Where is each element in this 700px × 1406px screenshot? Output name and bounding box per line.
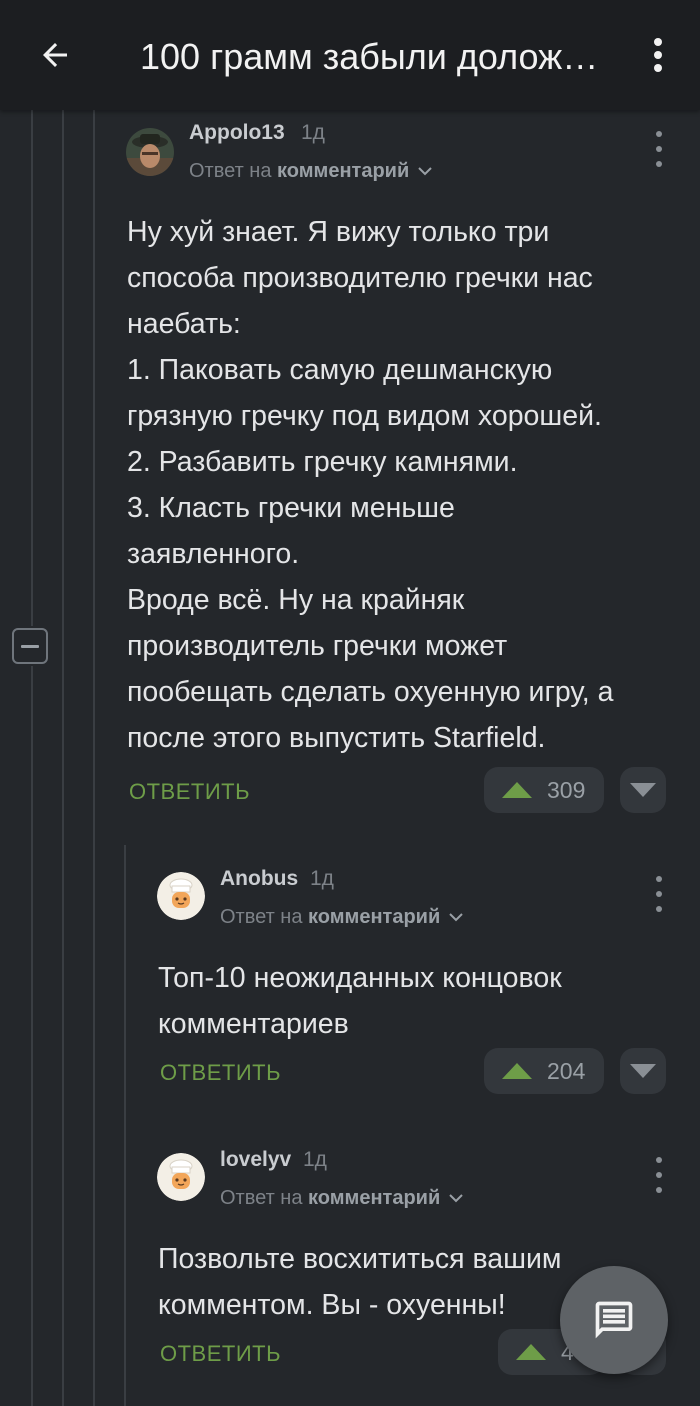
reply-to-link[interactable]: Ответ на комментарий bbox=[220, 906, 464, 929]
arrow-up-icon bbox=[502, 1063, 532, 1079]
arrow-left-icon bbox=[43, 43, 67, 67]
thread-line bbox=[31, 110, 33, 626]
top-app-bar: 100 грамм забыли доложить bbox=[0, 0, 700, 110]
thread-line bbox=[62, 110, 64, 1406]
upvote-button[interactable]: 204 bbox=[484, 1048, 604, 1094]
reply-button[interactable]: ОТВЕТИТЬ bbox=[129, 779, 250, 805]
comment-text: Топ-10 неожиданных концовок комментариев bbox=[158, 962, 562, 1040]
comment-author[interactable]: Appolo13 bbox=[189, 121, 285, 145]
thread-line bbox=[31, 666, 33, 1406]
downvote-button[interactable] bbox=[620, 767, 666, 813]
comment-menu-icon[interactable] bbox=[649, 1157, 669, 1193]
write-comment-button[interactable] bbox=[560, 1266, 668, 1374]
comment-author[interactable]: Anobus bbox=[220, 867, 298, 891]
reply-button[interactable]: ОТВЕТИТЬ bbox=[160, 1341, 281, 1367]
downvote-button[interactable] bbox=[620, 1048, 666, 1094]
arrow-down-icon bbox=[630, 1064, 656, 1078]
comment-age: 1д bbox=[301, 121, 325, 144]
avatar[interactable] bbox=[126, 128, 174, 176]
avatar[interactable] bbox=[157, 872, 205, 920]
reply-to-target: комментарий bbox=[277, 160, 410, 182]
chevron-down-icon bbox=[449, 913, 463, 922]
comment-age: 1д bbox=[310, 867, 334, 890]
page-title: 100 грамм забыли доложить bbox=[140, 36, 610, 77]
comment-age: 1д bbox=[303, 1148, 327, 1171]
collapse-thread-button[interactable] bbox=[12, 628, 48, 664]
comment-menu-icon[interactable] bbox=[649, 876, 669, 912]
reply-button[interactable]: ОТВЕТИТЬ bbox=[160, 1060, 281, 1086]
chevron-down-icon bbox=[418, 167, 432, 176]
reply-to-prefix: Ответ на bbox=[189, 160, 272, 182]
chevron-down-icon bbox=[449, 1194, 463, 1203]
reply-to-prefix: Ответ на bbox=[220, 1187, 303, 1209]
avatar[interactable] bbox=[157, 1153, 205, 1201]
arrow-up-icon bbox=[502, 782, 532, 798]
reply-to-prefix: Ответ на bbox=[220, 906, 303, 928]
reply-to-target: комментарий bbox=[308, 1187, 441, 1209]
rating-count: 204 bbox=[547, 1057, 586, 1084]
comment-text: Ну хуй знает. Я вижу только три способа … bbox=[127, 216, 614, 754]
comment-author[interactable]: lovelyv bbox=[220, 1148, 291, 1172]
reply-to-target: комментарий bbox=[308, 906, 441, 928]
comment-menu-icon[interactable] bbox=[649, 131, 669, 167]
thread-line bbox=[124, 845, 126, 1406]
more-vertical-icon bbox=[654, 38, 662, 72]
rating-count: 309 bbox=[547, 776, 586, 803]
arrow-up-icon bbox=[516, 1344, 546, 1360]
minus-icon bbox=[21, 644, 39, 648]
reply-to-link[interactable]: Ответ на комментарий bbox=[220, 1187, 464, 1210]
thread-line bbox=[93, 110, 95, 1406]
back-button[interactable] bbox=[30, 30, 80, 80]
comment-icon bbox=[595, 1301, 633, 1339]
reply-to-link[interactable]: Ответ на комментарий bbox=[189, 160, 433, 183]
upvote-button[interactable]: 309 bbox=[484, 767, 604, 813]
more-menu-button[interactable] bbox=[636, 30, 680, 80]
arrow-down-icon bbox=[630, 783, 656, 797]
